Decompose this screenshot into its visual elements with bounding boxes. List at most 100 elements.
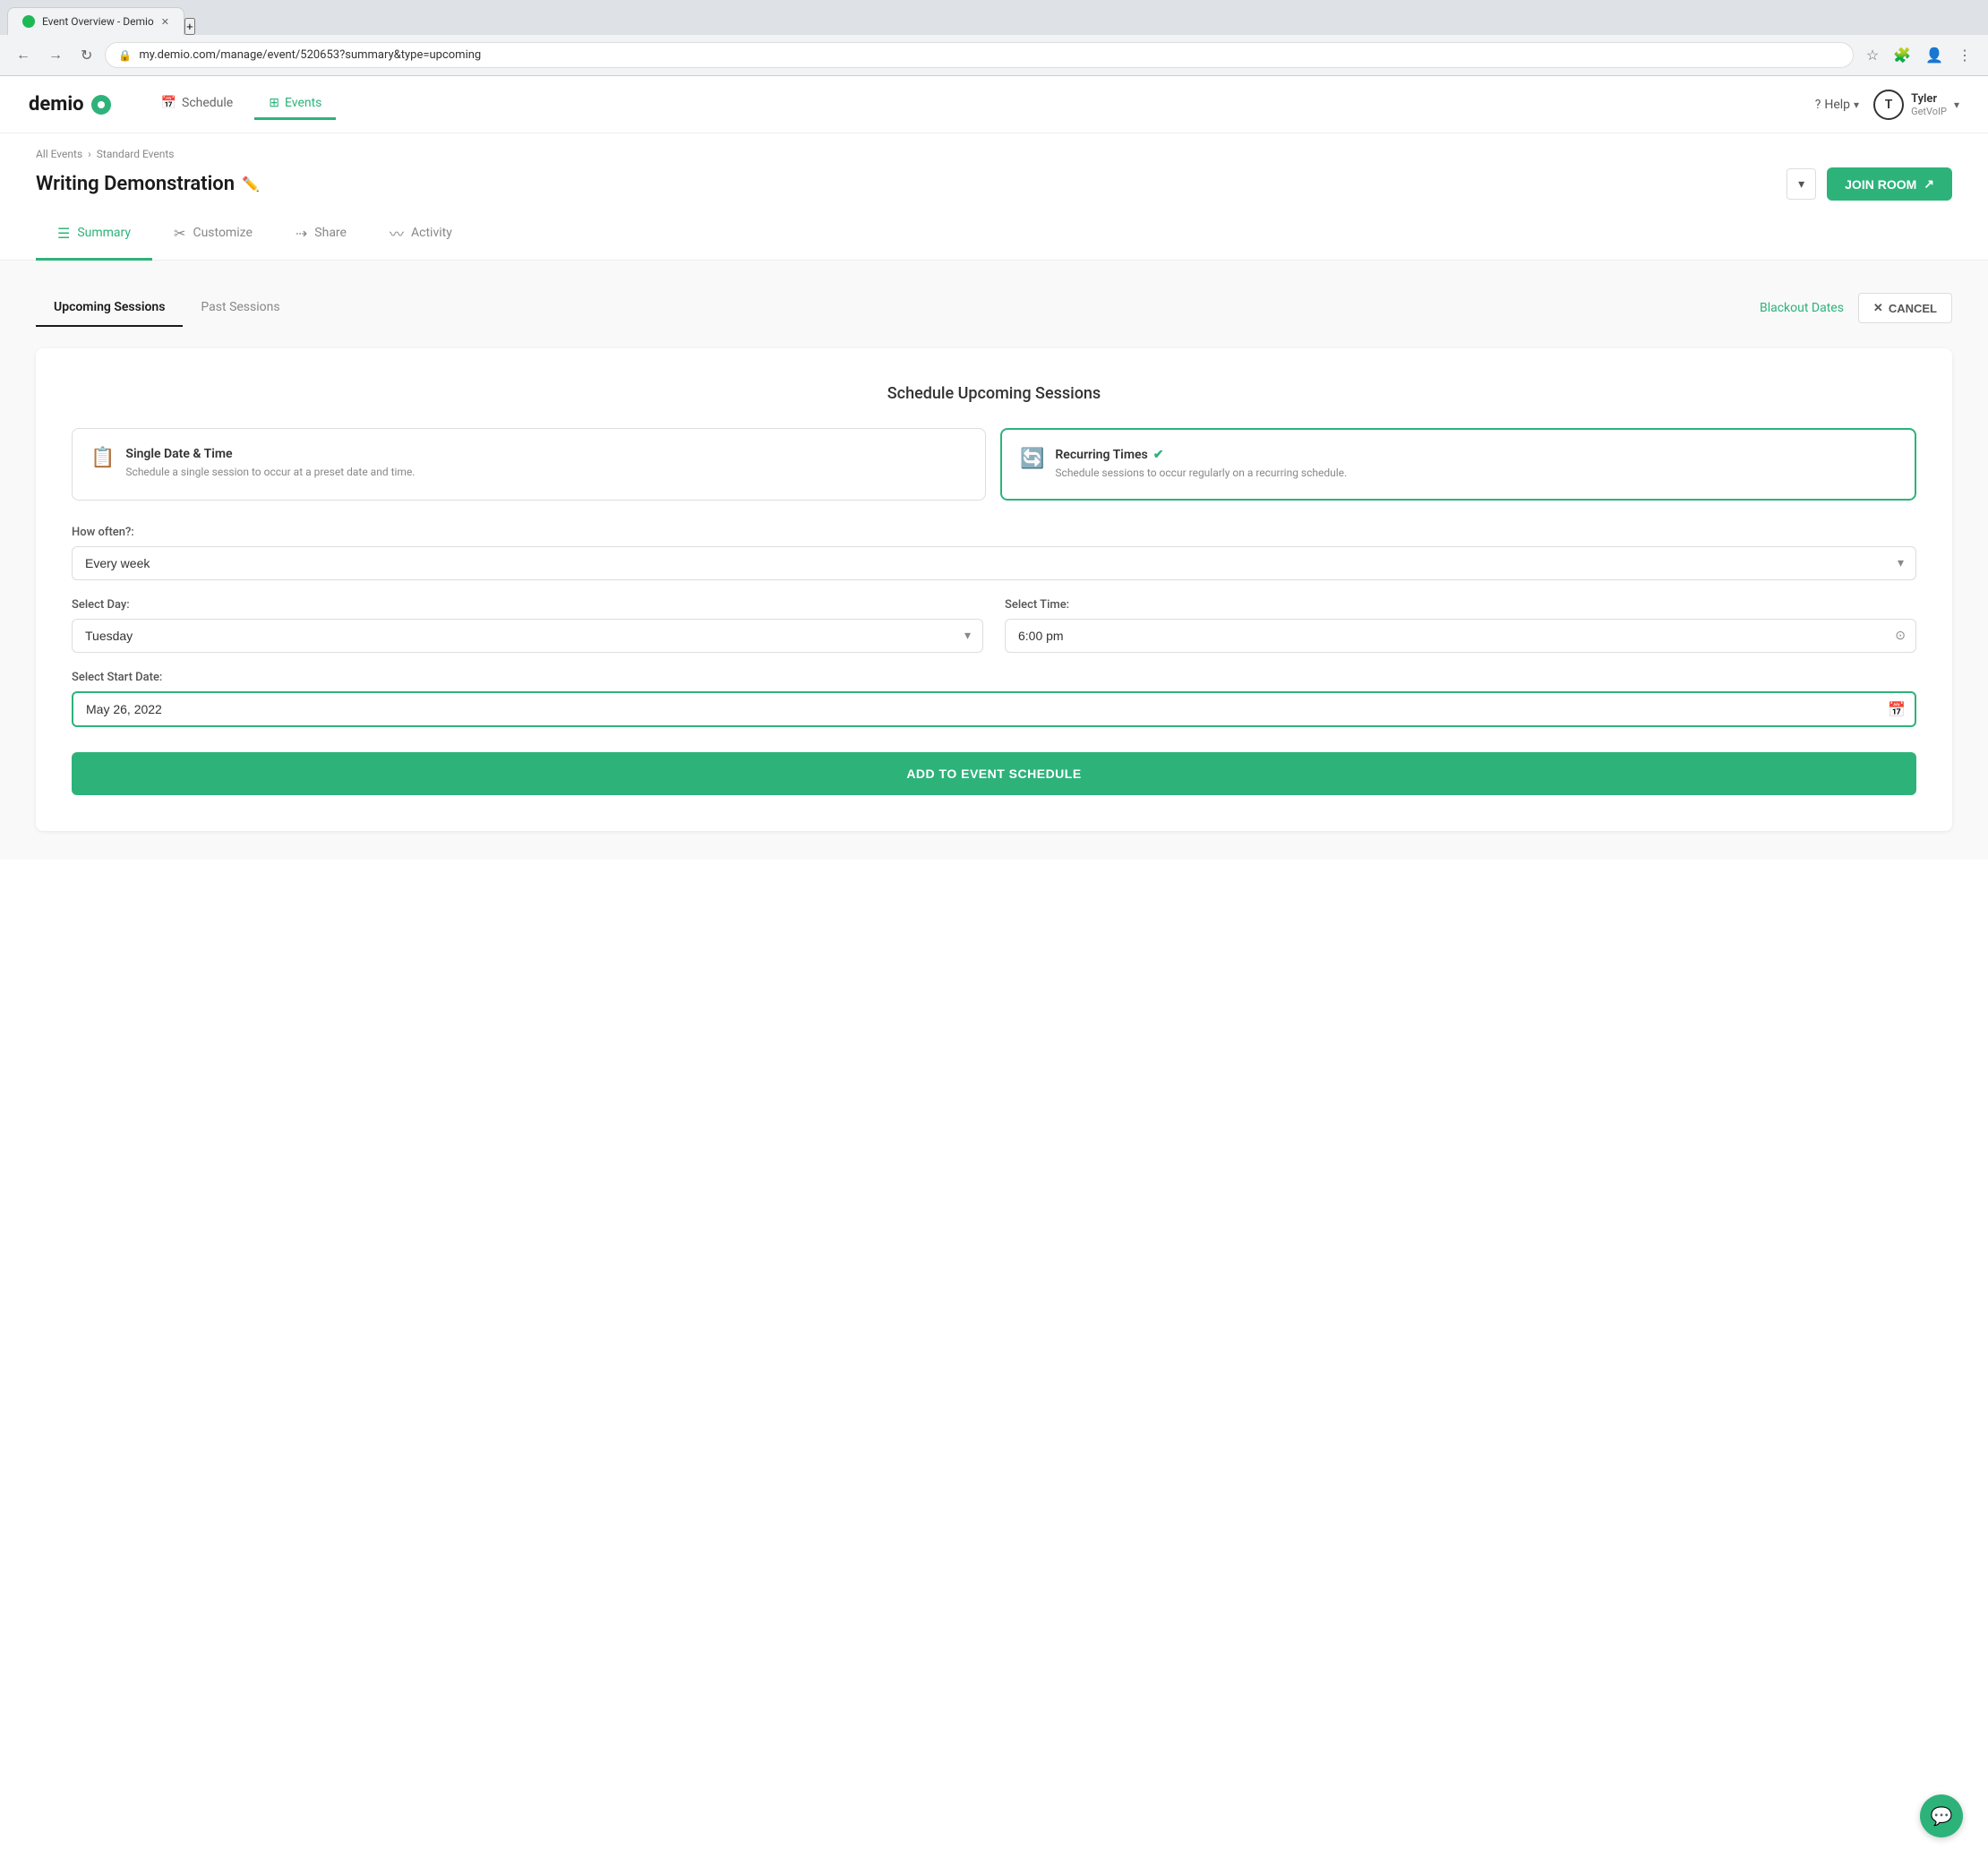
breadcrumb-all-events[interactable]: All Events xyxy=(36,148,82,160)
avatar: T xyxy=(1873,90,1904,120)
extensions-button[interactable]: 🧩 xyxy=(1888,43,1916,68)
single-date-content: Single Date & Time Schedule a single ses… xyxy=(125,447,415,480)
schedule-card-title: Schedule Upcoming Sessions xyxy=(72,384,1916,403)
chat-icon: 💬 xyxy=(1931,1805,1953,1827)
recurring-times-card[interactable]: 🔄 Recurring Times ✔ Schedule sessions to… xyxy=(1000,428,1916,501)
upcoming-sessions-tab[interactable]: Upcoming Sessions xyxy=(36,289,183,327)
help-chevron-icon: ▾ xyxy=(1854,98,1859,111)
start-date-input-wrapper: 📅 xyxy=(72,691,1916,727)
single-date-icon: 📋 xyxy=(90,447,115,469)
browser-tab-bar: Event Overview - Demio ✕ + xyxy=(0,0,1988,35)
start-date-group: Select Start Date: 📅 xyxy=(72,671,1916,727)
tab-share[interactable]: ⇢ Share xyxy=(274,208,368,261)
reload-button[interactable]: ↻ xyxy=(75,43,98,68)
share-tab-icon: ⇢ xyxy=(296,225,307,242)
title-actions: ▾ JOIN ROOM ↗ xyxy=(1787,167,1952,201)
select-day-label: Select Day: xyxy=(72,598,983,612)
logo: demio xyxy=(29,93,111,116)
back-button[interactable]: ← xyxy=(11,44,36,67)
single-date-desc: Schedule a single session to occur at a … xyxy=(125,465,415,480)
share-tab-label: Share xyxy=(314,226,347,240)
breadcrumb-separator: › xyxy=(88,148,91,160)
page-title-row: Writing Demonstration ✏️ ▾ JOIN ROOM ↗ xyxy=(0,160,1988,201)
summary-tab-icon: ☰ xyxy=(57,225,70,242)
past-sessions-tab[interactable]: Past Sessions xyxy=(183,289,297,327)
tab-activity[interactable]: 〰 Activity xyxy=(368,208,474,261)
single-date-title: Single Date & Time xyxy=(125,447,415,461)
past-sessions-label: Past Sessions xyxy=(201,300,279,314)
how-often-select[interactable]: Every week xyxy=(72,546,1916,580)
customize-tab-label: Customize xyxy=(193,226,252,240)
schedule-icon: 📅 xyxy=(161,96,176,110)
browser-toolbar: ← → ↻ 🔒 my.demio.com/manage/event/520653… xyxy=(0,35,1988,76)
external-link-icon: ↗ xyxy=(1924,176,1934,192)
select-time-input[interactable] xyxy=(1005,619,1916,653)
activity-tab-icon: 〰 xyxy=(390,222,404,244)
session-header: Upcoming Sessions Past Sessions Blackout… xyxy=(36,289,1952,327)
single-date-card[interactable]: 📋 Single Date & Time Schedule a single s… xyxy=(72,428,986,501)
logo-dot-inner xyxy=(98,101,105,108)
breadcrumb-standard-events[interactable]: Standard Events xyxy=(97,148,175,160)
tab-summary[interactable]: ☰ Summary xyxy=(36,208,152,261)
nav-links: 📅 Schedule ⊞ Events xyxy=(147,89,337,120)
events-label: Events xyxy=(285,96,321,110)
bookmark-button[interactable]: ☆ xyxy=(1861,43,1884,68)
user-profile[interactable]: T Tyler GetVoIP ▾ xyxy=(1873,90,1959,120)
how-often-select-wrapper: Every week xyxy=(72,546,1916,580)
how-often-group: How often?: Every week xyxy=(72,526,1916,580)
session-header-actions: Blackout Dates ✕ CANCEL xyxy=(1760,293,1952,323)
cancel-x-icon: ✕ xyxy=(1873,301,1883,315)
menu-button[interactable]: ⋮ xyxy=(1952,43,1977,68)
forward-button[interactable]: → xyxy=(43,44,68,67)
schedule-card: Schedule Upcoming Sessions 📋 Single Date… xyxy=(36,348,1952,831)
profile-button[interactable]: 👤 xyxy=(1920,43,1949,68)
cancel-button[interactable]: ✕ CANCEL xyxy=(1858,293,1952,323)
tab-title: Event Overview - Demio xyxy=(42,15,154,28)
help-button[interactable]: ? Help ▾ xyxy=(1815,98,1859,112)
app: demio 📅 Schedule ⊞ Events ? Help ▾ T xyxy=(0,76,1988,1867)
recurring-times-title: Recurring Times ✔ xyxy=(1055,448,1347,462)
select-day-wrapper: Tuesday xyxy=(72,619,983,653)
edit-icon[interactable]: ✏️ xyxy=(242,176,260,193)
recurring-times-content: Recurring Times ✔ Schedule sessions to o… xyxy=(1055,448,1347,481)
logo-dot xyxy=(91,95,111,115)
tab-customize[interactable]: ✂ Customize xyxy=(152,208,274,261)
cancel-label: CANCEL xyxy=(1889,302,1937,315)
tab-close-btn[interactable]: ✕ xyxy=(161,16,169,28)
schedule-label: Schedule xyxy=(182,96,233,110)
dropdown-toggle-button[interactable]: ▾ xyxy=(1787,168,1816,200)
user-org: GetVoIP xyxy=(1911,106,1947,117)
day-time-row: Select Day: Tuesday Select Time: ⊙ xyxy=(72,598,1916,653)
upcoming-sessions-label: Upcoming Sessions xyxy=(54,300,165,314)
breadcrumb: All Events › Standard Events xyxy=(36,148,1952,160)
add-to-event-schedule-button[interactable]: ADD TO EVENT SCHEDULE xyxy=(72,752,1916,795)
tabs-bar: ☰ Summary ✂ Customize ⇢ Share 〰 Activity xyxy=(0,208,1988,261)
logo-text: demio xyxy=(29,93,84,116)
chat-bubble-button[interactable]: 💬 xyxy=(1920,1794,1963,1837)
join-room-label: JOIN ROOM xyxy=(1845,177,1916,192)
page-title: Writing Demonstration ✏️ xyxy=(36,173,260,195)
customize-tab-icon: ✂ xyxy=(174,225,185,242)
browser-chrome: Event Overview - Demio ✕ + ← → ↻ 🔒 my.de… xyxy=(0,0,1988,76)
top-nav: demio 📅 Schedule ⊞ Events ? Help ▾ T xyxy=(0,76,1988,133)
new-tab-button[interactable]: + xyxy=(184,18,195,35)
browser-tab[interactable]: Event Overview - Demio ✕ xyxy=(7,7,184,35)
browser-actions: ☆ 🧩 👤 ⋮ xyxy=(1861,43,1977,68)
page-title-text: Writing Demonstration xyxy=(36,173,235,195)
address-bar[interactable]: 🔒 my.demio.com/manage/event/520653?summa… xyxy=(105,42,1853,68)
nav-events[interactable]: ⊞ Events xyxy=(254,89,336,120)
select-time-col: Select Time: ⊙ xyxy=(1005,598,1916,653)
help-label: Help xyxy=(1824,98,1850,112)
select-day-select[interactable]: Tuesday xyxy=(72,619,983,653)
tab-favicon xyxy=(22,15,35,28)
summary-tab-label: Summary xyxy=(77,226,131,240)
user-name: Tyler xyxy=(1911,92,1947,106)
select-time-label: Select Time: xyxy=(1005,598,1916,612)
start-date-input[interactable] xyxy=(72,691,1916,727)
user-chevron-icon: ▾ xyxy=(1954,98,1959,111)
blackout-dates-link[interactable]: Blackout Dates xyxy=(1760,301,1844,315)
join-room-button[interactable]: JOIN ROOM ↗ xyxy=(1827,167,1952,201)
user-info: Tyler GetVoIP xyxy=(1911,92,1947,117)
option-cards: 📋 Single Date & Time Schedule a single s… xyxy=(72,428,1916,501)
nav-schedule[interactable]: 📅 Schedule xyxy=(147,89,248,120)
